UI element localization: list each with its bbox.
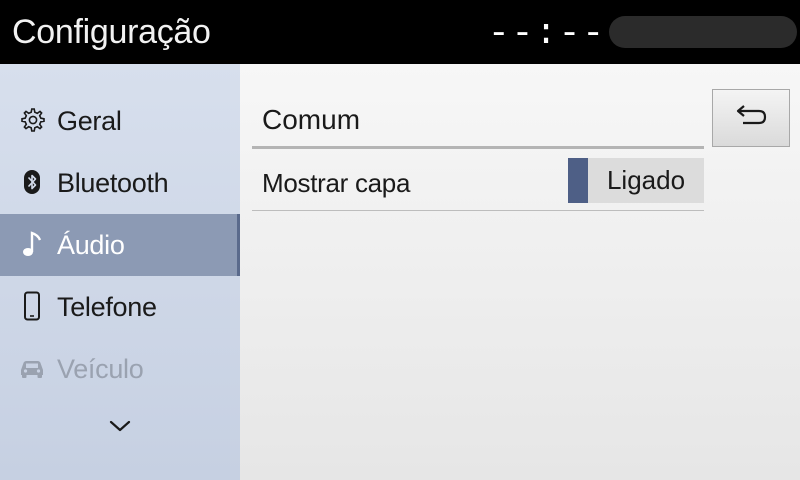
sidebar-item-label: Telefone bbox=[57, 292, 157, 322]
car-icon bbox=[18, 353, 46, 383]
sidebar-item-telefone[interactable]: Telefone bbox=[0, 276, 240, 338]
sidebar-item-audio[interactable]: Áudio bbox=[0, 214, 240, 276]
sidebar: Geral Bluetooth Áudio Telefone Veículo bbox=[0, 64, 240, 480]
toggle-mostrar-capa[interactable]: Ligado bbox=[568, 158, 704, 203]
chevron-down-icon[interactable] bbox=[106, 414, 134, 438]
sidebar-item-veiculo[interactable]: Veículo bbox=[0, 338, 240, 400]
section-header: Comum bbox=[262, 104, 361, 135]
back-arrow-icon bbox=[733, 103, 769, 134]
section-divider bbox=[252, 146, 704, 149]
status-pill bbox=[609, 16, 797, 48]
back-button[interactable] bbox=[712, 89, 790, 147]
page-title: Configuração bbox=[12, 13, 211, 51]
toggle-value: Ligado bbox=[606, 165, 686, 195]
sidebar-item-bluetooth[interactable]: Bluetooth bbox=[0, 152, 240, 214]
clock-display: --:-- bbox=[488, 13, 607, 54]
sidebar-item-label: Áudio bbox=[57, 230, 125, 260]
sidebar-item-label: Bluetooth bbox=[57, 168, 169, 198]
toggle-indicator bbox=[568, 158, 588, 203]
sidebar-item-geral[interactable]: Geral bbox=[0, 90, 240, 152]
row-divider bbox=[252, 210, 704, 211]
gear-icon bbox=[18, 105, 46, 135]
music-note-icon bbox=[18, 229, 46, 259]
top-bar: Configuração --:-- bbox=[0, 0, 800, 64]
bluetooth-icon bbox=[18, 167, 46, 197]
setting-label: Mostrar capa bbox=[262, 168, 411, 198]
phone-icon bbox=[18, 291, 46, 321]
sidebar-item-label: Geral bbox=[57, 106, 122, 136]
sidebar-item-label: Veículo bbox=[57, 354, 144, 384]
